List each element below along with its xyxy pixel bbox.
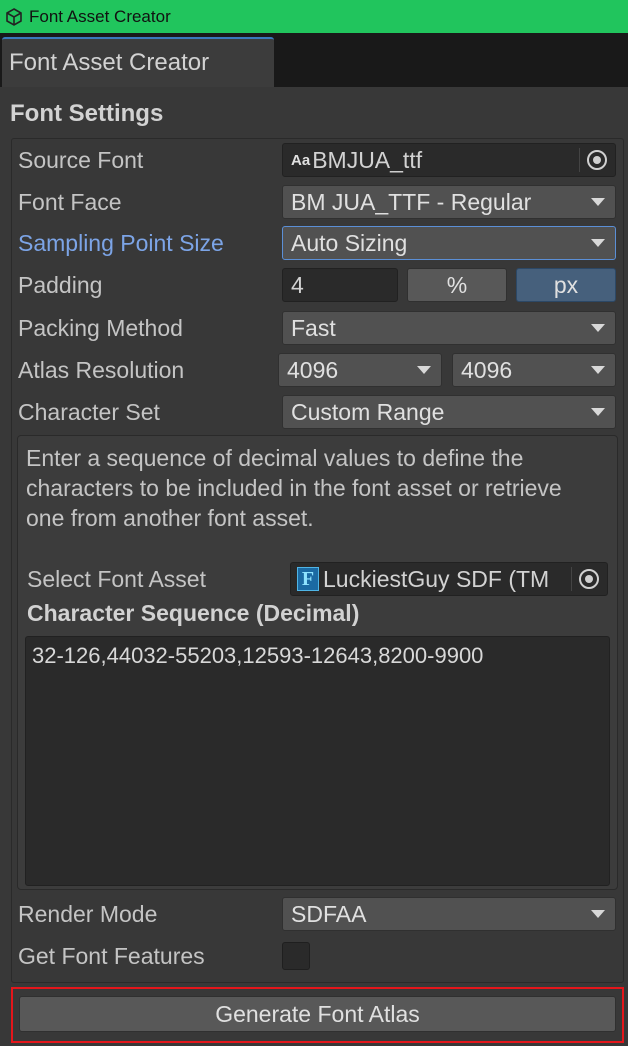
source-font-field[interactable]: Aa BMJUA_ttf — [282, 143, 616, 177]
generate-font-atlas-button[interactable]: Generate Font Atlas — [19, 996, 616, 1032]
window-title: Font Asset Creator — [29, 6, 171, 26]
unity-cube-icon — [6, 7, 22, 26]
chevron-down-icon — [591, 239, 605, 247]
source-font-row: Source Font Aa BMJUA_ttf — [0, 141, 628, 179]
font-face-value: BM JUA_TTF - Regular — [291, 188, 532, 215]
chevron-down-icon — [591, 408, 605, 416]
packing-method-row: Packing Method Fast — [0, 309, 628, 347]
object-picker-icon[interactable] — [587, 150, 607, 170]
atlas-width-dropdown[interactable]: 4096 — [278, 353, 442, 387]
custom-range-help-text: Enter a sequence of decimal values to de… — [26, 445, 562, 531]
source-font-value: BMJUA_ttf — [312, 146, 423, 173]
atlas-resolution-label: Atlas Resolution — [18, 357, 185, 383]
get-font-features-label: Get Font Features — [18, 943, 205, 969]
render-mode-label: Render Mode — [18, 901, 158, 927]
sampling-point-size-value: Auto Sizing — [291, 229, 408, 256]
character-sequence-heading: Character Sequence (Decimal) — [27, 600, 360, 626]
chevron-down-icon — [591, 366, 605, 374]
atlas-width-value: 4096 — [287, 356, 339, 383]
sampling-point-size-dropdown[interactable]: Auto Sizing — [282, 226, 616, 260]
select-font-asset-field[interactable]: F LuckiestGuy SDF (TM — [290, 562, 608, 596]
select-font-asset-row: Select Font Asset F LuckiestGuy SDF (TM — [0, 560, 628, 598]
packing-method-label: Packing Method — [18, 315, 183, 341]
chevron-down-icon — [591, 910, 605, 918]
font-face-label: Font Face — [18, 189, 122, 215]
packing-method-value: Fast — [291, 314, 336, 341]
select-font-asset-value: LuckiestGuy SDF (TM — [323, 565, 550, 592]
character-sequence-textarea[interactable]: 32-126,44032-55203,12593-12643,8200-9900 — [25, 636, 610, 886]
atlas-height-value: 4096 — [461, 356, 513, 383]
tab-strip: Font Asset Creator — [0, 33, 628, 87]
render-mode-value: SDFAA — [291, 900, 367, 927]
object-picker-icon[interactable] — [579, 569, 599, 589]
chevron-down-icon — [591, 198, 605, 206]
padding-input[interactable]: 4 — [282, 268, 398, 302]
generate-highlight-box: Generate Font Atlas — [11, 987, 624, 1043]
font-asset-icon: F — [297, 567, 319, 591]
character-set-dropdown[interactable]: Custom Range — [282, 395, 616, 429]
character-set-label: Character Set — [18, 399, 160, 425]
chevron-down-icon — [591, 324, 605, 332]
padding-label: Padding — [18, 272, 103, 298]
font-face-dropdown[interactable]: BM JUA_TTF - Regular — [282, 185, 616, 219]
render-mode-dropdown[interactable]: SDFAA — [282, 897, 616, 931]
atlas-height-dropdown[interactable]: 4096 — [452, 353, 616, 387]
tab-font-asset-creator[interactable]: Font Asset Creator — [2, 37, 274, 87]
character-set-value: Custom Range — [291, 398, 445, 425]
font-file-icon: Aa — [291, 151, 311, 169]
render-mode-row: Render Mode SDFAA — [0, 895, 628, 933]
sampling-point-size-row: Sampling Point Size Auto Sizing — [0, 224, 628, 262]
character-set-row: Character Set Custom Range — [0, 393, 628, 431]
atlas-resolution-row: Atlas Resolution 4096 4096 — [0, 351, 628, 389]
font-face-row: Font Face BM JUA_TTF - Regular — [0, 183, 628, 221]
window-titlebar: Font Asset Creator — [0, 0, 628, 33]
padding-value: 4 — [291, 271, 304, 298]
select-font-asset-label: Select Font Asset — [27, 566, 206, 592]
picker-separator — [579, 148, 580, 172]
picker-separator — [571, 567, 572, 591]
font-settings-heading: Font Settings — [10, 100, 164, 127]
padding-percent-button[interactable]: % — [407, 268, 507, 302]
packing-method-dropdown[interactable]: Fast — [282, 311, 616, 345]
padding-px-button[interactable]: px — [516, 268, 616, 302]
sampling-point-size-label: Sampling Point Size — [18, 230, 224, 256]
padding-row: Padding 4 % px — [0, 266, 628, 304]
get-font-features-row: Get Font Features — [0, 937, 628, 975]
source-font-label: Source Font — [18, 147, 144, 173]
get-font-features-checkbox[interactable] — [282, 942, 310, 970]
chevron-down-icon — [417, 366, 431, 374]
